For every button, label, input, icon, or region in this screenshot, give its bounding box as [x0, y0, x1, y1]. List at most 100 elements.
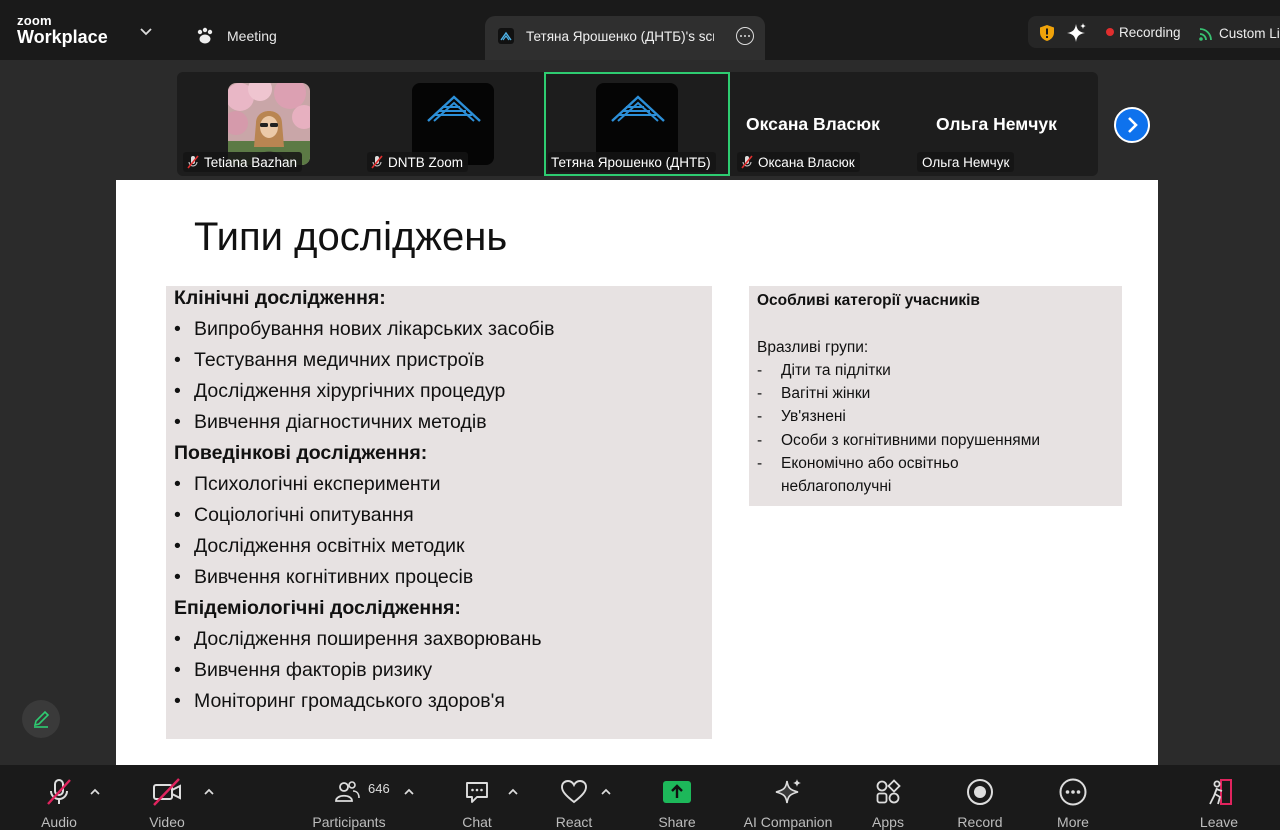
- brand-workplace: Workplace: [17, 27, 108, 47]
- mic-muted-icon: [371, 155, 383, 169]
- list-item: • Соціологічні опитування: [174, 504, 414, 526]
- list-item: • Вивчення факторів ризику: [174, 659, 433, 681]
- screen-share-tab[interactable]: Тетяна Ярошенко (ДНТБ)'s scree: [485, 16, 765, 60]
- list-item: • Психологічні експерименти: [174, 473, 441, 495]
- participant-tile[interactable]: DNTB Zoom: [364, 72, 544, 176]
- shield-icon[interactable]: [1039, 24, 1055, 42]
- list-item: - Особи з когнітивними порушеннями: [757, 432, 1041, 449]
- share-button[interactable]: Share: [652, 777, 702, 830]
- record-button[interactable]: Record: [955, 777, 1005, 830]
- mic-muted-icon: [741, 155, 753, 169]
- participant-namebar: Tetiana Bazhan: [183, 152, 303, 172]
- chat-label: Chat: [462, 814, 492, 830]
- participant-namebar: DNTB Zoom: [367, 152, 469, 172]
- category-heading: Поведінкові дослідження:: [174, 442, 428, 464]
- list-item: - Ув'язнені: [757, 408, 846, 425]
- more-options-icon[interactable]: [736, 27, 754, 45]
- special-categories-box: Особливі категорії учасників Вразливі гр…: [749, 286, 1122, 506]
- chevron-up-icon[interactable]: [89, 787, 101, 797]
- video-button[interactable]: Video: [142, 777, 192, 830]
- participant-tile[interactable]: Оксана Власюк Оксана Власюк: [734, 72, 912, 176]
- list-item: • Вивчення когнітивних процесів: [174, 566, 474, 588]
- participant-name: Тетяна Ярошенко (ДНТБ): [551, 154, 711, 170]
- record-label: Record: [957, 814, 1003, 830]
- brand-zoom: zoom: [17, 13, 52, 28]
- participant-tile[interactable]: Tetiana Bazhan: [180, 72, 360, 176]
- mic-muted-icon: [47, 779, 71, 805]
- chevron-up-icon[interactable]: [507, 787, 519, 797]
- share-screen-icon: [663, 781, 691, 803]
- meeting-status-group: Recording Custom Li: [1028, 16, 1280, 48]
- zoom-workplace-logo[interactable]: zoom Workplace: [17, 14, 108, 46]
- list-item: • Тестування медичних пристроїв: [174, 349, 485, 371]
- chevron-up-icon[interactable]: [600, 787, 612, 797]
- chat-button[interactable]: Chat: [452, 777, 502, 830]
- shared-slide: Типи досліджень Клінічні дослідження: • В…: [116, 180, 1158, 765]
- list-item-continuation: неблагополучні: [781, 478, 892, 495]
- participant-display-name: Оксана Власюк: [746, 114, 880, 134]
- gallery-next-button[interactable]: [1114, 107, 1150, 143]
- more-label: More: [1057, 814, 1089, 830]
- participant-tile-active[interactable]: Тетяна Ярошенко (ДНТБ): [544, 72, 730, 176]
- list-item: - Діти та підлітки: [757, 362, 891, 379]
- live-stream-icon: [1199, 28, 1212, 41]
- participant-namebar: Тетяна Ярошенко (ДНТБ): [548, 152, 716, 172]
- ai-sparkle-icon: [775, 779, 801, 804]
- custom-live-label[interactable]: Custom Li: [1219, 26, 1280, 41]
- video-off-icon: [153, 778, 181, 806]
- box-subtitle: Вразливі групи:: [757, 339, 869, 356]
- participant-namebar: Оксана Власюк: [737, 152, 860, 172]
- list-item: • Дослідження освітніх методик: [174, 535, 465, 557]
- participant-name: Tetiana Bazhan: [204, 154, 298, 170]
- slide-title: Типи досліджень: [194, 215, 508, 259]
- audio-label: Audio: [41, 814, 77, 830]
- meeting-label: Meeting: [227, 28, 277, 44]
- apps-button[interactable]: Apps: [863, 777, 913, 830]
- annotate-button[interactable]: [22, 700, 60, 738]
- list-item: - Вагітні жінки: [757, 385, 871, 402]
- list-item: • Дослідження поширення захворювань: [174, 628, 542, 650]
- category-heading: Клінічні дослідження:: [174, 287, 386, 309]
- ai-companion-button[interactable]: AI Companion: [738, 777, 838, 830]
- meeting-toolbar: Audio Video Participants 646 Chat React …: [0, 765, 1280, 830]
- video-label: Video: [149, 814, 185, 830]
- recording-indicator[interactable]: Recording: [1119, 25, 1181, 40]
- participant-name: Ольга Немчук: [922, 154, 1010, 170]
- leave-icon: [1209, 779, 1232, 805]
- chevron-up-icon[interactable]: [403, 787, 415, 797]
- title-bar: zoom Workplace Meeting Тетяна Ярошенко (…: [0, 0, 1280, 60]
- research-types-box: Клінічні дослідження: • Випробування нови…: [166, 286, 712, 739]
- list-item: • Моніторинг громадського здоров'я: [174, 690, 505, 712]
- more-button[interactable]: More: [1048, 777, 1098, 830]
- participant-tile[interactable]: Ольга Немчук Ольга Немчук: [916, 72, 1094, 176]
- chat-icon: [466, 782, 488, 803]
- leave-button[interactable]: Leave: [1194, 777, 1244, 830]
- participant-display-name: Ольга Немчук: [936, 114, 1057, 134]
- audio-button[interactable]: Audio: [34, 777, 84, 830]
- ai-sparkle-icon[interactable]: [1065, 22, 1087, 44]
- leave-label: Leave: [1199, 814, 1239, 830]
- participant-name: Оксана Власюк: [758, 154, 855, 170]
- meeting-tab[interactable]: Meeting: [195, 26, 277, 46]
- paw-icon: [197, 27, 213, 44]
- apps-icon: [876, 779, 901, 804]
- heart-icon: [561, 780, 587, 804]
- list-item: • Випробування нових лікарських засобів: [174, 318, 555, 340]
- participants-label: Participants: [312, 814, 386, 830]
- recording-dot-icon: [1106, 28, 1114, 36]
- participant-name: DNTB Zoom: [388, 154, 464, 170]
- box-title: Особливі категорії учасників: [757, 292, 980, 309]
- chevron-up-icon[interactable]: [203, 787, 215, 797]
- pencil-icon: [33, 710, 50, 728]
- participant-namebar: Ольга Немчук: [917, 152, 1015, 172]
- share-label: Share: [658, 814, 696, 830]
- mic-muted-icon: [187, 155, 199, 169]
- apps-label: Apps: [872, 814, 904, 830]
- list-item: - Економічно або освітньо: [757, 455, 959, 472]
- react-label: React: [555, 814, 593, 830]
- screen-share-tab-label: Тетяна Ярошенко (ДНТБ)'s scree: [526, 29, 714, 44]
- chevron-down-icon[interactable]: [139, 27, 153, 37]
- list-item: • Дослідження хірургічних процедур: [174, 380, 506, 402]
- chevron-right-icon: [1128, 117, 1138, 133]
- react-button[interactable]: React: [549, 777, 599, 830]
